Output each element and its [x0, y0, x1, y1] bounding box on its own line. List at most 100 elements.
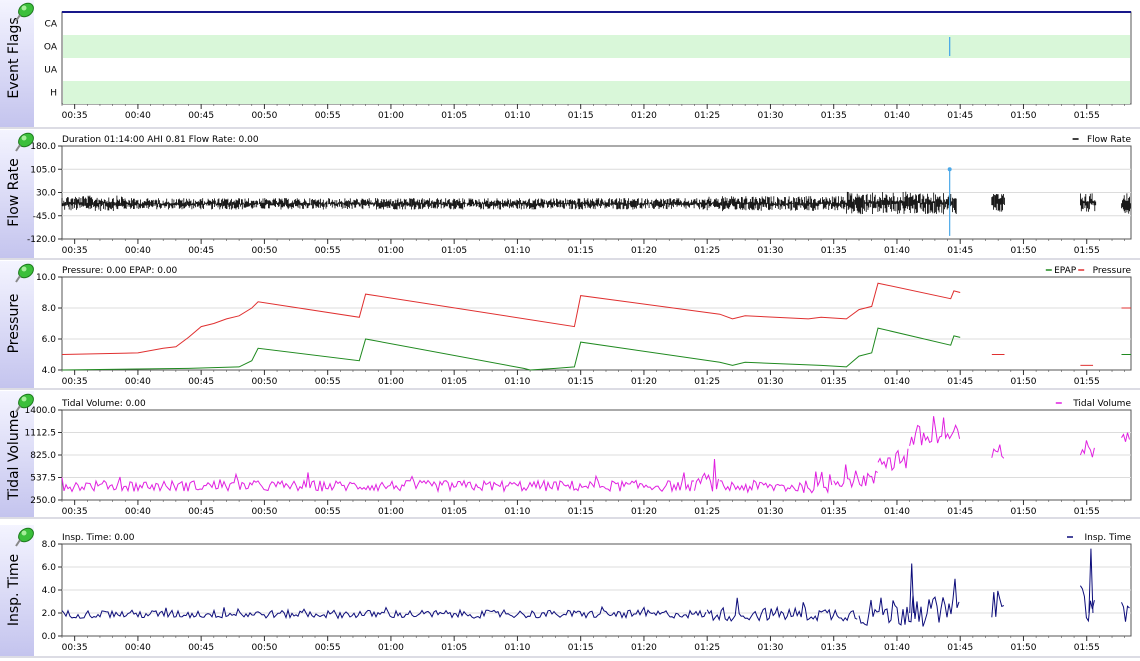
y-tick-label: 1400.0	[25, 406, 57, 416]
graph-panel-5[interactable]: Insp. Time Insp. Time: 0.00 Insp. Time 8.0 6…	[0, 525, 1140, 658]
x-tick-label: 00:50	[251, 246, 277, 256]
x-tick-label: 01:05	[441, 507, 467, 517]
graph-canvas[interactable]: Event Flags CA OA UA H 00:35 00:40 00:45 00:50 00…	[0, 0, 1140, 661]
pin-highlight	[21, 530, 27, 536]
x-tick-label: 01:00	[378, 111, 404, 121]
x-tick-label: 00:55	[315, 246, 341, 256]
x-tick-label: 01:55	[1074, 111, 1100, 121]
legend-label: Pressure	[1093, 266, 1132, 276]
legend-label: Insp. Time	[1084, 533, 1131, 543]
y-tick-label: 4.0	[42, 366, 57, 376]
x-tick-label: 01:15	[568, 246, 594, 256]
flag-row-label: UA	[44, 66, 58, 76]
x-tick-label: 01:25	[694, 111, 720, 121]
y-tick-label: 1112.5	[25, 429, 57, 439]
x-tick-label: 00:45	[188, 643, 214, 653]
graph-panel-3[interactable]: Pressure Pressure: 0.00 EPAP: 0.00 Pressur…	[0, 261, 1140, 390]
x-tick-label: 01:50	[1010, 111, 1036, 121]
x-tick-label: 01:00	[378, 246, 404, 256]
cursor-marker-dot	[947, 167, 952, 172]
legend-label: Tidal Volume	[1072, 399, 1131, 409]
x-tick-label: 01:40	[884, 507, 910, 517]
x-tick-label: 01:05	[441, 111, 467, 121]
graph-info-text: Tidal Volume: 0.00	[61, 399, 146, 409]
x-tick-label: 01:35	[821, 111, 847, 121]
pin-highlight	[21, 135, 27, 141]
x-tick-label: 00:55	[315, 643, 341, 653]
x-tick-label: 01:30	[757, 377, 783, 387]
y-axis-title: Tidal Volume	[6, 410, 22, 501]
graph-panel-1[interactable]: Event Flags CA OA UA H 00:35 00:40 00:45 00:50 00…	[0, 0, 1140, 129]
pin-highlight	[21, 396, 27, 402]
x-tick-label: 00:40	[125, 111, 151, 121]
graph-panel-2[interactable]: Flow Rate Duration 01:14:00 AHI 0.81 Flow…	[0, 130, 1140, 260]
x-tick-label: 01:20	[631, 643, 657, 653]
x-tick-label: 01:25	[694, 507, 720, 517]
graph-panel-4[interactable]: Tidal Volume Tidal Volume: 0.00 Tidal Volu…	[0, 391, 1140, 519]
x-tick-label: 00:35	[62, 111, 88, 121]
x-tick-label: 01:15	[568, 111, 594, 121]
y-tick-label: 10.0	[36, 273, 56, 283]
x-tick-label: 01:55	[1074, 246, 1100, 256]
x-tick-label: 01:55	[1074, 643, 1100, 653]
x-tick-label: 01:30	[757, 643, 783, 653]
x-tick-label: 01:30	[757, 507, 783, 517]
x-tick-label: 01:20	[631, 246, 657, 256]
y-tick-label: 4.0	[42, 586, 57, 596]
y-tick-label: 2.0	[42, 609, 57, 619]
x-tick-label: 01:10	[504, 111, 530, 121]
x-tick-label: 01:45	[947, 643, 973, 653]
x-tick-label: 01:15	[568, 643, 594, 653]
flag-row-label: CA	[45, 20, 58, 30]
x-tick-label: 01:25	[694, 246, 720, 256]
graph-info-text: Insp. Time: 0.00	[62, 533, 135, 543]
y-tick-label: 250.0	[30, 496, 56, 506]
y-tick-label: 105.0	[30, 165, 56, 175]
y-tick-label: 8.0	[42, 304, 57, 314]
x-tick-label: 01:00	[378, 643, 404, 653]
graph-info-text: Duration 01:14:00 AHI 0.81 Flow Rate: 0.…	[62, 135, 259, 145]
x-tick-label: 01:45	[947, 507, 973, 517]
flag-row-band	[63, 81, 1130, 104]
y-tick-label: -120.0	[27, 235, 56, 245]
legend-label: Flow Rate	[1087, 135, 1132, 145]
plot-area	[61, 276, 1132, 371]
y-tick-label: -45.0	[33, 212, 57, 222]
x-tick-label: 00:45	[188, 246, 214, 256]
x-tick-label: 01:35	[821, 507, 847, 517]
pin-highlight	[21, 266, 27, 272]
x-tick-label: 01:05	[441, 643, 467, 653]
x-tick-label: 01:35	[821, 377, 847, 387]
graph-info-text: Pressure: 0.00 EPAP: 0.00	[62, 266, 178, 276]
x-tick-label: 00:55	[315, 111, 341, 121]
x-tick-label: 00:45	[188, 111, 214, 121]
x-tick-label: 01:15	[568, 377, 594, 387]
x-tick-label: 01:40	[884, 111, 910, 121]
x-tick-label: 00:35	[62, 246, 88, 256]
x-tick-label: 01:15	[568, 507, 594, 517]
y-tick-label: 180.0	[30, 142, 56, 152]
x-tick-label: 01:45	[947, 246, 973, 256]
y-tick-label: 825.0	[30, 451, 56, 461]
x-tick-label: 00:35	[62, 643, 88, 653]
x-tick-label: 01:10	[504, 377, 530, 387]
x-tick-label: 00:50	[251, 507, 277, 517]
x-tick-label: 01:20	[631, 377, 657, 387]
x-tick-label: 01:40	[884, 246, 910, 256]
x-tick-label: 01:10	[504, 643, 530, 653]
x-tick-label: 01:50	[1010, 377, 1036, 387]
y-tick-label: 537.5	[30, 474, 56, 484]
x-tick-label: 01:30	[757, 111, 783, 121]
x-tick-label: 01:45	[947, 111, 973, 121]
x-tick-label: 00:50	[251, 377, 277, 387]
oscar-daily-graphs: Event Flags CA OA UA H 00:35 00:40 00:45 00:50 00…	[0, 0, 1140, 661]
flag-row-band	[63, 35, 1130, 58]
y-tick-label: 30.0	[36, 189, 56, 199]
x-tick-label: 01:05	[441, 377, 467, 387]
flag-row-label: OA	[44, 43, 58, 53]
x-tick-label: 01:55	[1074, 507, 1100, 517]
x-tick-label: 00:55	[315, 377, 341, 387]
x-tick-label: 01:25	[694, 643, 720, 653]
x-tick-label: 01:30	[757, 246, 783, 256]
y-axis-title: Pressure	[6, 294, 22, 354]
